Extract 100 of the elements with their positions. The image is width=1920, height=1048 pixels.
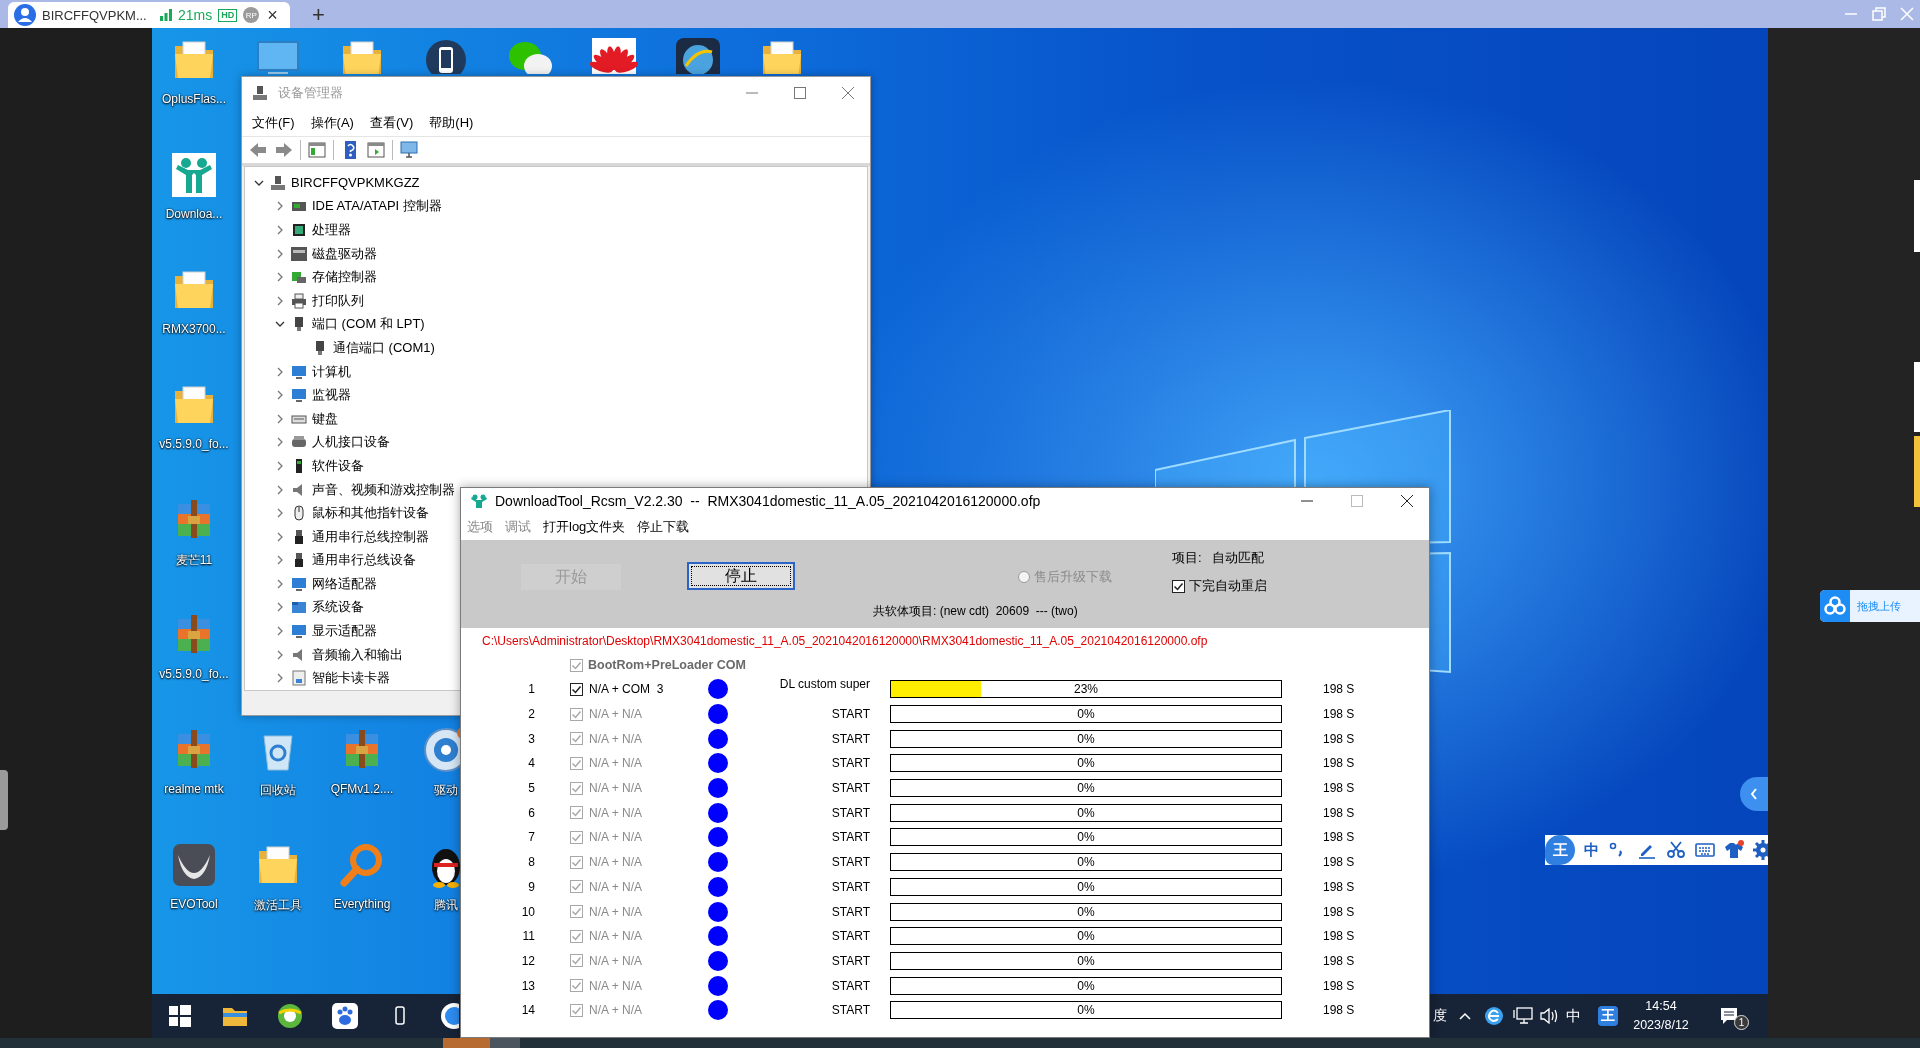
tree-item[interactable]: 存储控制器 [312,268,377,287]
ime-logo[interactable]: 王 [1545,835,1575,865]
browser-icon[interactable] [1485,1007,1503,1025]
elapsed-time: 198 S [1323,830,1355,845]
tree-item[interactable]: IDE ATA/ATAPI 控制器 [312,197,442,216]
menu-item[interactable]: 帮助(H) [421,111,482,134]
tree-item[interactable]: 音频输入和输出 [312,645,403,664]
chevron-up-icon[interactable] [1459,1012,1471,1020]
tree-item[interactable]: 显示适配器 [312,622,377,641]
computer-icon [270,174,286,191]
properties-icon[interactable] [307,140,327,160]
tree-item[interactable]: 打印队列 [312,291,364,310]
shirt-icon[interactable] [1724,840,1744,860]
monitor-icon [291,363,307,380]
elapsed-time: 198 S [1323,879,1355,894]
port-label: N/A + N/A [589,855,644,870]
progress-percent: 0% [1077,805,1095,820]
tree-item[interactable]: 键盘 [312,409,338,428]
progress-percent: 0% [1077,1003,1095,1018]
user-icon [14,4,36,26]
port-label: N/A + N/A [589,904,644,919]
status-text: DL custom super [778,677,870,691]
monitor-icon [291,575,307,592]
keyboard-icon[interactable] [1695,840,1715,860]
tree-item[interactable]: BIRCFFQVPKMKGZZ [291,175,420,191]
forward-arrow-icon[interactable] [274,140,294,160]
tree-item[interactable]: 通用串行总线设备 [312,551,416,570]
icon-label: v5.5.9.0_fo... [159,437,229,451]
row-number: 8 [527,855,535,870]
back-arrow-icon[interactable] [248,140,268,160]
checkbox[interactable] [570,682,583,696]
menu-item[interactable]: 查看(V) [361,111,422,134]
storage-controller-icon [291,269,307,286]
close-tab-button[interactable]: × [267,6,278,24]
icon-label: 激活工具 [254,897,302,914]
ime-logo[interactable]: 王 [1598,1006,1618,1026]
tree-item[interactable]: 声音、视频和游戏控制器 [312,480,455,499]
notification-badge: 1 [1734,1015,1749,1030]
elapsed-time: 198 S [1323,682,1355,697]
row-number: 12 [520,953,535,968]
close-icon[interactable] [1401,495,1413,507]
menu-item[interactable]: 文件(F) [244,111,303,134]
elapsed-time: 198 S [1323,904,1355,919]
row-number: 13 [520,978,535,993]
ime-mode-button[interactable]: 中 [1584,840,1599,860]
signal-icon [160,9,172,21]
icon-label: realme mtk [164,782,224,796]
menu-item[interactable]: 停止下载 [631,518,696,536]
menu-item[interactable]: 打开log文件夹 [537,518,632,536]
checkbox[interactable] [1172,579,1185,593]
stop-button[interactable]: 停止 [687,562,795,590]
port-label: N/A + N/A [589,707,644,722]
tree-item[interactable]: 通信端口 (COM1) [333,338,435,357]
printer-icon [291,292,307,309]
tree-item[interactable]: 磁盘驱动器 [312,244,377,263]
progress-percent: 0% [1077,904,1095,919]
maximize-icon[interactable] [794,87,806,99]
clock-time[interactable]: 14:54 [1645,997,1677,1016]
progress-percent: 0% [1077,731,1095,746]
menu-item[interactable]: 操作(A) [302,111,362,134]
card-reader-icon [291,670,307,687]
tree-item[interactable]: 鼠标和其他指针设备 [312,504,429,523]
icon-label: 麦芒11 [175,552,213,569]
monitor-icon[interactable] [399,140,419,160]
new-tab-button[interactable]: + [312,2,325,28]
row-number: 6 [527,805,535,820]
icon-label: 腾讯 [434,897,458,914]
driver-panel-icon[interactable] [366,140,386,160]
globe-icon[interactable] [674,36,722,74]
tree-item[interactable]: 系统设备 [312,598,364,617]
tree-item[interactable]: 智能卡读卡器 [312,669,390,688]
tree-item[interactable]: 监视器 [312,386,351,405]
tree-item[interactable]: 软件设备 [312,456,364,475]
elapsed-time: 198 S [1323,731,1355,746]
tree-item[interactable]: 人机接口设备 [312,433,390,452]
notification-icon[interactable] [1719,1006,1739,1026]
drag-handle[interactable] [0,770,8,830]
tree-item[interactable]: 计算机 [312,362,351,381]
status-text: START [830,805,870,820]
tree-item[interactable]: 处理器 [312,221,351,239]
volume-icon[interactable] [1540,1008,1558,1024]
flower-icon[interactable] [590,36,638,74]
row-number: 14 [520,1003,535,1018]
collapse-button[interactable] [1740,777,1768,811]
clock-date[interactable]: 2023/8/12 [1633,1016,1689,1035]
horns-icon[interactable] [170,841,218,889]
tree-item[interactable]: 网络适配器 [312,574,377,593]
remote-session-tab[interactable]: BIRCFFQVPKM... 21ms HD RP × [8,2,290,28]
tree-item[interactable]: 通用串行总线控制器 [312,527,429,546]
port-label: N/A + COM 3 [589,682,665,697]
scissors-icon[interactable] [1666,840,1686,860]
row-number: 4 [527,756,535,771]
paw-icon[interactable] [331,1003,358,1029]
checkbox-label: BootRom+PreLoader COM [588,658,746,672]
tree-item[interactable]: 端口 (COM 和 LPT) [312,315,425,334]
network-icon[interactable] [1513,1007,1533,1025]
ime-mode-text[interactable]: 中 [1565,1006,1581,1026]
people-icon[interactable] [170,151,218,199]
start-icon[interactable] [166,1003,193,1029]
browser-icon[interactable] [276,1003,303,1029]
